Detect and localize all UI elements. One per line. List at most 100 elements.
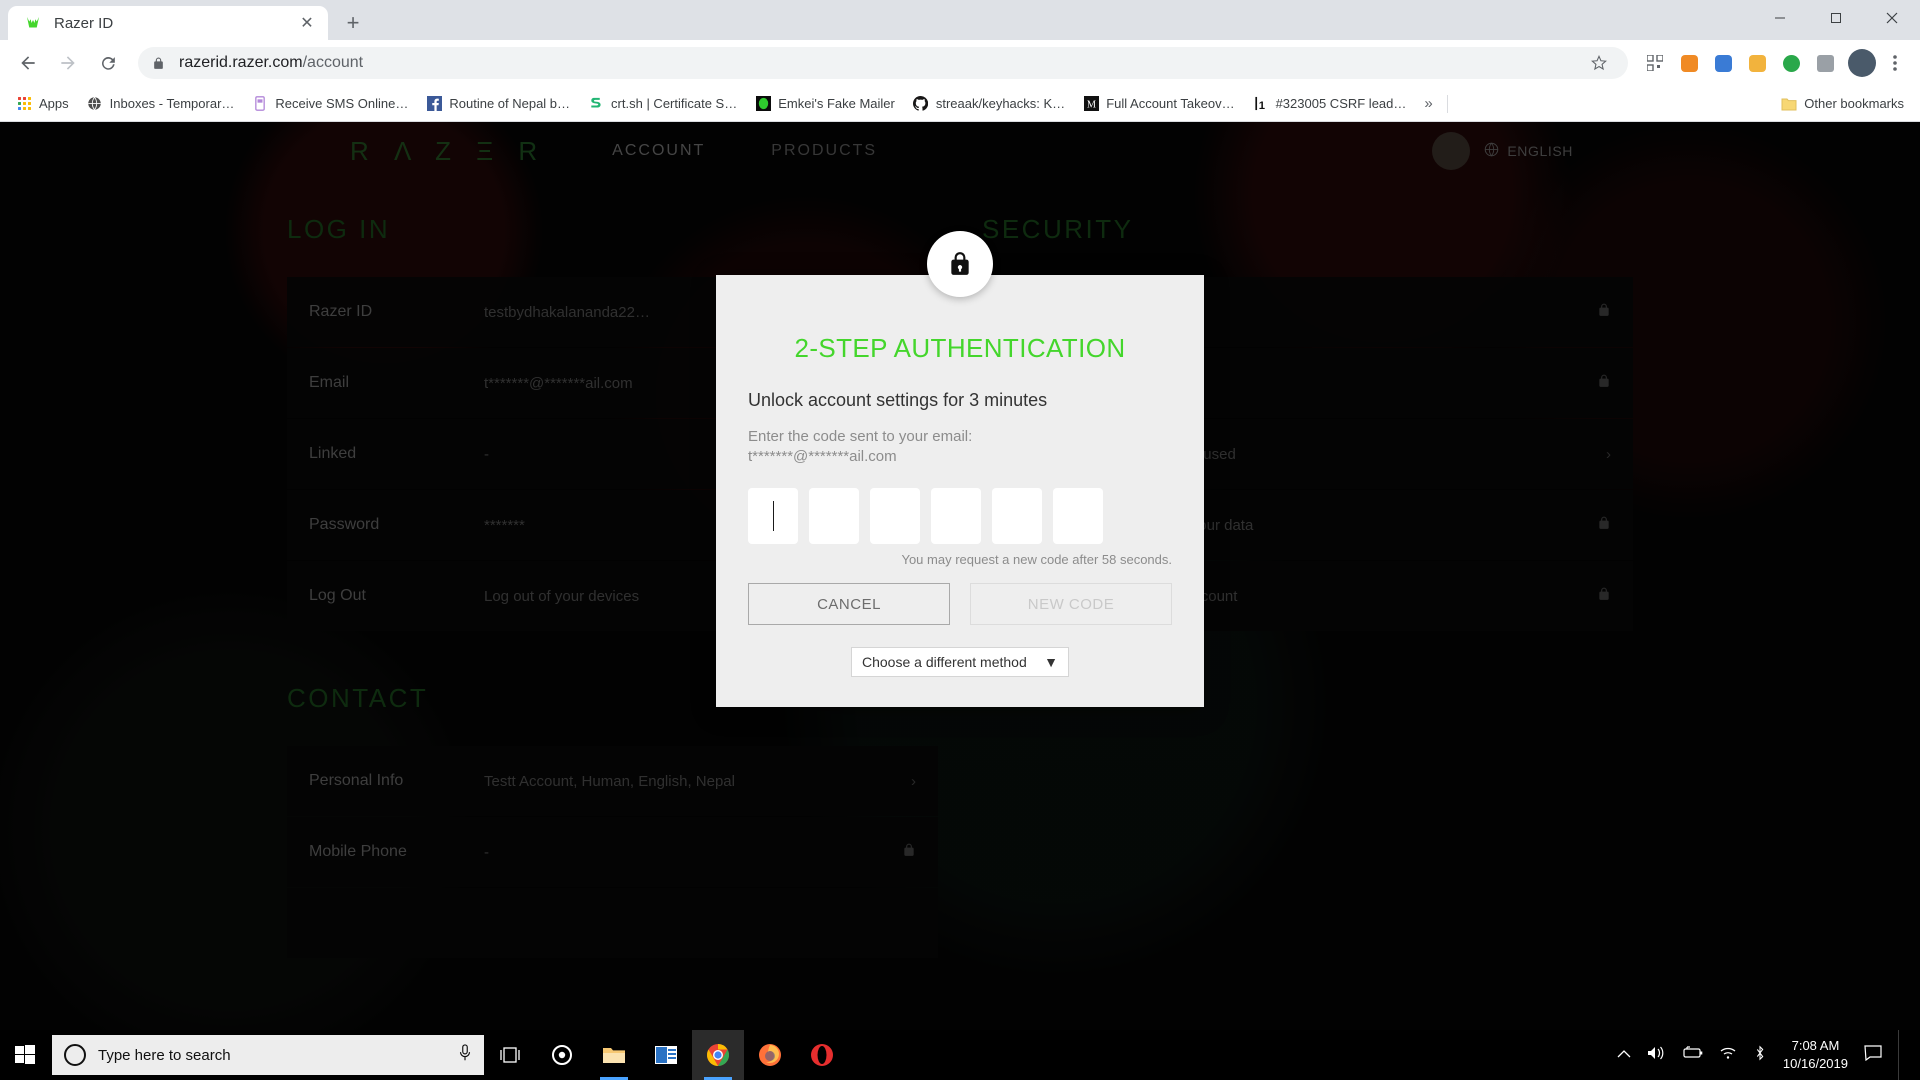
new-code-button[interactable]: NEW CODE [970, 583, 1172, 625]
action-center-icon[interactable] [1864, 1044, 1882, 1066]
url-text: razerid.razer.com/account [179, 54, 363, 72]
sms-icon [252, 96, 268, 112]
verification-code-input-group [748, 488, 1172, 544]
code-digit-input-3[interactable] [870, 488, 920, 544]
bookmark-label: streaak/keyhacks: K… [935, 96, 1066, 111]
code-digit-input-6[interactable] [1053, 488, 1103, 544]
back-icon[interactable] [10, 45, 46, 81]
battery-icon[interactable] [1681, 1045, 1703, 1065]
chrome-icon[interactable] [692, 1030, 744, 1080]
web-page-content: R Λ Z Ξ R ACCOUNT PRODUCTS ENGLISH LOG I… [0, 122, 1920, 1030]
bookmark-full-account-takeover[interactable]: M Full Account Takeov… [1075, 91, 1242, 117]
choose-different-method-select[interactable]: Choose a different method ▼ [851, 647, 1069, 677]
dialog-subtitle: Unlock account settings for 3 minutes [748, 390, 1048, 410]
bookmark-csrf-report[interactable]: 1 #323005 CSRF lead… [1245, 91, 1415, 117]
firefox-icon[interactable] [744, 1030, 796, 1080]
url-domain: razerid.razer.com [179, 54, 303, 71]
emkei-icon [755, 96, 771, 112]
file-explorer-icon[interactable] [588, 1030, 640, 1080]
two-step-authentication-dialog: 2-STEP AUTHENTICATION Unlock account set… [716, 231, 1204, 707]
other-bookmarks-button[interactable]: Other bookmarks [1773, 91, 1912, 117]
code-digit-input-5[interactable] [992, 488, 1042, 544]
dialog-hint: Enter the code sent to your email: t****… [748, 427, 1172, 466]
bookmark-emkei[interactable]: Emkei's Fake Mailer [747, 91, 903, 117]
close-window-icon[interactable] [1864, 0, 1920, 36]
code-digit-input-4[interactable] [931, 488, 981, 544]
profile-avatar[interactable] [1848, 49, 1876, 77]
resend-timer-text: You may request a new code after 58 seco… [901, 552, 1172, 567]
bookmark-label: Inboxes - Temporar… [109, 96, 235, 111]
cortana-icon[interactable] [536, 1030, 588, 1080]
svg-text:M: M [1087, 99, 1096, 110]
globe-icon [87, 96, 103, 112]
extension-green-icon[interactable] [1776, 48, 1806, 78]
code-digit-input-1[interactable] [748, 488, 798, 544]
url-path: /account [302, 54, 364, 71]
bookmark-receive-sms[interactable]: Receive SMS Online… [244, 91, 416, 117]
forward-icon[interactable] [50, 45, 86, 81]
extension-blue-icon[interactable] [1708, 48, 1738, 78]
apps-grid-icon [16, 96, 32, 112]
bookmarks-overflow-button[interactable]: » [1416, 95, 1440, 112]
razer-logo-icon [24, 14, 42, 32]
opera-icon[interactable] [796, 1030, 848, 1080]
minimize-icon[interactable] [1752, 0, 1808, 36]
clock-date: 10/16/2019 [1782, 1056, 1848, 1071]
divider [1446, 94, 1448, 113]
windows-taskbar: Type here to search 7:08 AM 10/16/2019 [0, 1030, 1920, 1080]
search-input[interactable]: Type here to search [52, 1035, 484, 1075]
folder-icon [1781, 96, 1797, 112]
bookmark-label: Emkei's Fake Mailer [778, 96, 895, 111]
volume-icon[interactable] [1647, 1045, 1665, 1066]
close-icon[interactable]: ✕ [296, 12, 318, 34]
lock-icon [152, 57, 165, 70]
bookmark-label: Full Account Takeov… [1106, 96, 1235, 111]
medium-icon: M [1083, 96, 1099, 112]
code-digit-input-2[interactable] [809, 488, 859, 544]
bookmark-routine-nepal[interactable]: Routine of Nepal b… [418, 91, 578, 117]
extension-orange-icon[interactable] [1674, 48, 1704, 78]
browser-tab[interactable]: Razer ID ✕ [8, 6, 328, 40]
clock[interactable]: 7:08 AM 10/16/2019 [1783, 1037, 1848, 1072]
reload-icon[interactable] [90, 45, 126, 81]
select-value: Choose a different method [862, 654, 1027, 670]
microphone-icon[interactable] [458, 1043, 472, 1067]
tab-strip: Razer ID ✕ + [0, 0, 1920, 40]
bookmark-label: Receive SMS Online… [275, 96, 409, 111]
bookmark-star-icon[interactable] [1584, 48, 1614, 78]
hackerone-icon: 1 [1253, 96, 1269, 112]
bookmark-label: #323005 CSRF lead… [1275, 96, 1407, 111]
extension-yellow-icon[interactable] [1742, 48, 1772, 78]
hint-line-2: t*******@*******ail.com [748, 447, 897, 465]
bluetooth-icon[interactable] [1753, 1044, 1767, 1066]
task-view-icon[interactable] [484, 1030, 536, 1080]
chevron-up-icon[interactable] [1617, 1046, 1631, 1064]
dialog-actions: CANCEL NEW CODE [748, 583, 1172, 625]
new-tab-button[interactable]: + [336, 6, 370, 40]
mail-icon[interactable] [640, 1030, 692, 1080]
bookmark-label: Apps [39, 96, 69, 111]
other-bookmarks-label: Other bookmarks [1804, 96, 1904, 111]
wifi-icon[interactable] [1719, 1046, 1737, 1065]
bookmark-keyhacks[interactable]: streaak/keyhacks: K… [905, 91, 1073, 117]
extension-gray-icon[interactable] [1810, 48, 1840, 78]
address-bar[interactable]: razerid.razer.com/account [138, 47, 1628, 79]
bookmark-crtsh[interactable]: crt.sh | Certificate S… [580, 91, 745, 117]
chevron-down-icon: ▼ [1044, 654, 1058, 670]
windows-start-icon[interactable] [0, 1030, 50, 1080]
browser-window: Razer ID ✕ + razerid.razer.com/account A… [0, 0, 1920, 1030]
qr-code-icon[interactable] [1640, 48, 1670, 78]
bookmark-inboxes[interactable]: Inboxes - Temporar… [79, 91, 243, 117]
cancel-button[interactable]: CANCEL [748, 583, 950, 625]
cortana-ring-icon [64, 1044, 86, 1066]
clock-time: 7:08 AM [1791, 1038, 1840, 1054]
text-caret [772, 501, 774, 531]
show-desktop-button[interactable] [1898, 1030, 1908, 1080]
bookmark-apps[interactable]: Apps [8, 91, 77, 117]
method-select-wrapper: Choose a different method ▼ [748, 647, 1172, 677]
maximize-icon[interactable] [1808, 0, 1864, 36]
bookmarks-bar: Apps Inboxes - Temporar… Receive SMS Onl… [0, 86, 1920, 122]
bookmark-label: crt.sh | Certificate S… [611, 96, 738, 111]
three-dot-menu-icon[interactable] [1880, 48, 1910, 78]
bookmark-label: Routine of Nepal b… [449, 96, 571, 111]
